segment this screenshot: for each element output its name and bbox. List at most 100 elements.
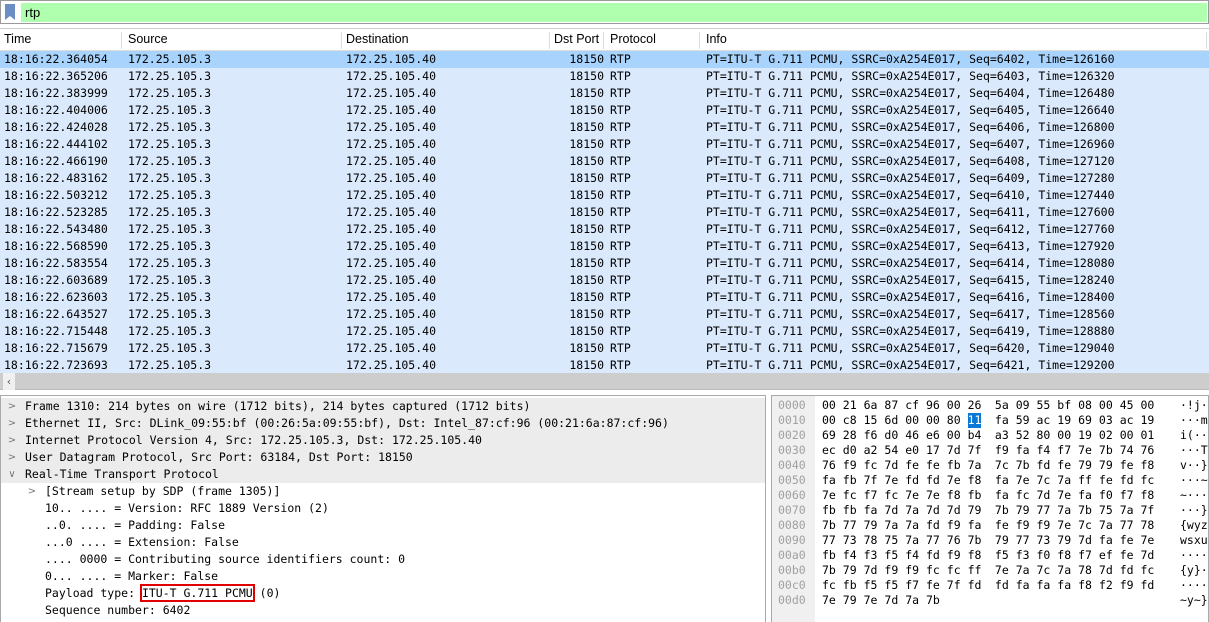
hex-ascii[interactable]: {y}·· [1180, 563, 1208, 578]
hex-byte[interactable]: 96 [926, 398, 940, 413]
hex-ascii[interactable]: ···~· [1180, 473, 1208, 488]
hex-byte[interactable]: f5 [884, 548, 898, 563]
hex-byte[interactable]: 7c [1037, 473, 1051, 488]
hex-ascii[interactable]: ····· [1180, 548, 1208, 563]
hex-byte[interactable]: 7e [864, 593, 878, 608]
hex-byte[interactable]: 19 [1078, 428, 1092, 443]
hex-byte[interactable]: ef [1099, 548, 1113, 563]
hex-byte[interactable]: fa [968, 518, 982, 533]
hex-byte[interactable]: 7e [1057, 518, 1071, 533]
hex-byte[interactable]: 55 [1037, 398, 1051, 413]
hex-byte[interactable]: f8 [1057, 548, 1071, 563]
hex-byte[interactable]: fb [822, 503, 836, 518]
chevron-right-icon[interactable]: > [7, 415, 17, 432]
hex-byte[interactable]: ac [1120, 413, 1134, 428]
hex-byte[interactable]: 7f [947, 578, 961, 593]
hex-byte[interactable]: fd [1037, 458, 1051, 473]
packet-row[interactable]: 18:16:22.503212 172.25.105.3 172.25.105.40… [0, 187, 1209, 204]
detail-row[interactable]: > [Stream setup by SDP (frame 1305)] [1, 483, 765, 500]
hex-byte[interactable]: 7a [1057, 473, 1071, 488]
detail-row[interactable]: ∨ Real-Time Transport Protocol [1, 466, 765, 483]
hex-byte[interactable]: f4 [843, 548, 857, 563]
hex-byte[interactable]: fa [864, 503, 878, 518]
hex-byte[interactable]: 7e [822, 488, 836, 503]
hex-byte[interactable]: 7a [1016, 563, 1030, 578]
hex-byte[interactable]: 59 [1016, 413, 1030, 428]
column-header-time[interactable]: Time [2, 32, 122, 49]
hex-byte[interactable]: f8 [968, 548, 982, 563]
hex-ascii[interactable]: v··}· [1180, 458, 1208, 473]
hex-byte[interactable]: 7d [1037, 488, 1051, 503]
scroll-left-icon[interactable]: ‹ [3, 373, 15, 390]
packet-row[interactable]: 18:16:22.623603 172.25.105.3 172.25.105.40… [0, 289, 1209, 306]
hex-byte[interactable]: 7b [968, 533, 982, 548]
hex-byte[interactable]: fe [926, 458, 940, 473]
hex-byte[interactable]: fe [1099, 473, 1113, 488]
hex-byte[interactable]: fd [926, 473, 940, 488]
hex-byte[interactable]: 79 [864, 518, 878, 533]
hex-byte[interactable]: 79 [1078, 458, 1092, 473]
hex-byte[interactable]: 7d [884, 458, 898, 473]
hex-byte[interactable]: 03 [1099, 413, 1113, 428]
hex-byte[interactable]: 7a [1057, 563, 1071, 578]
hex-byte[interactable]: a3 [995, 428, 1009, 443]
hex-byte[interactable]: e0 [905, 443, 919, 458]
hex-byte[interactable]: 7e [822, 593, 836, 608]
hex-byte[interactable]: fc [864, 458, 878, 473]
display-filter-input[interactable] [21, 3, 1207, 22]
hex-byte[interactable]: ff [968, 563, 982, 578]
hex-byte[interactable]: f0 [1099, 488, 1113, 503]
hex-byte[interactable]: 73 [843, 533, 857, 548]
hex-byte[interactable]: fa [1037, 578, 1051, 593]
hex-byte[interactable]: fa [995, 488, 1009, 503]
hex-byte[interactable]: fe [926, 578, 940, 593]
packet-row[interactable]: 18:16:22.543480 172.25.105.3 172.25.105.40… [0, 221, 1209, 238]
packet-row[interactable]: 18:16:22.483162 172.25.105.3 172.25.105.40… [0, 170, 1209, 187]
hex-byte[interactable]: f5 [864, 578, 878, 593]
hex-byte[interactable]: bf [1057, 398, 1071, 413]
hex-byte[interactable]: 7e [995, 563, 1009, 578]
hex-byte[interactable]: 7e [926, 488, 940, 503]
packet-row[interactable]: 18:16:22.523285 172.25.105.3 172.25.105.40… [0, 204, 1209, 221]
hex-byte[interactable]: f9 [1016, 518, 1030, 533]
detail-row[interactable]: Payload type: ITU-T G.711 PCMU (0) [1, 584, 765, 602]
hex-byte[interactable]: 17 [926, 443, 940, 458]
packet-row[interactable]: 18:16:22.603689 172.25.105.3 172.25.105.40… [0, 272, 1209, 289]
packet-row[interactable]: 18:16:22.364054 172.25.105.3 172.25.105.40… [0, 51, 1209, 68]
hex-byte[interactable]: 7e [947, 473, 961, 488]
hex-byte[interactable]: fd [905, 473, 919, 488]
hex-byte[interactable]: 69 [822, 428, 836, 443]
hex-byte[interactable]: fe [1057, 458, 1071, 473]
hex-byte[interactable]: f0 [1037, 548, 1051, 563]
hex-byte[interactable]: 7a [884, 518, 898, 533]
hex-byte[interactable]: 80 [947, 413, 961, 428]
hex-byte[interactable]: 7a [968, 458, 982, 473]
hex-byte[interactable]: c8 [843, 413, 857, 428]
hex-byte[interactable]: 7d [864, 563, 878, 578]
hex-byte[interactable]: fd [968, 578, 982, 593]
hex-byte[interactable]: 00 [1099, 398, 1113, 413]
hex-byte[interactable]: 7e [1141, 533, 1155, 548]
hex-byte[interactable]: fa [995, 413, 1009, 428]
hex-byte[interactable]: 11 [967, 413, 982, 428]
hex-byte[interactable]: 7a [1057, 503, 1071, 518]
hex-byte[interactable]: fa [1078, 488, 1092, 503]
hex-byte[interactable]: 76 [822, 458, 836, 473]
hex-byte[interactable]: 6d [884, 413, 898, 428]
hex-byte[interactable]: 7d [926, 503, 940, 518]
hex-byte[interactable]: f7 [864, 488, 878, 503]
hex-byte[interactable]: 52 [1016, 428, 1030, 443]
hex-byte[interactable]: 75 [1099, 503, 1113, 518]
hex-byte[interactable]: f4 [1037, 443, 1051, 458]
column-header-info[interactable]: Info [704, 32, 1207, 49]
hex-byte[interactable]: 7c [1037, 563, 1051, 578]
hex-byte[interactable]: f2 [1099, 578, 1113, 593]
packet-row[interactable]: 18:16:22.444102 172.25.105.3 172.25.105.40… [0, 136, 1209, 153]
hex-byte[interactable]: fd [995, 578, 1009, 593]
hex-byte[interactable]: 28 [843, 428, 857, 443]
horizontal-scrollbar[interactable]: ‹ [0, 373, 1209, 390]
hex-byte[interactable]: b4 [968, 428, 982, 443]
detail-row[interactable]: 10.. .... = Version: RFC 1889 Version (2… [1, 500, 765, 517]
hex-byte[interactable]: 78 [1078, 563, 1092, 578]
hex-byte[interactable]: f9 [905, 563, 919, 578]
